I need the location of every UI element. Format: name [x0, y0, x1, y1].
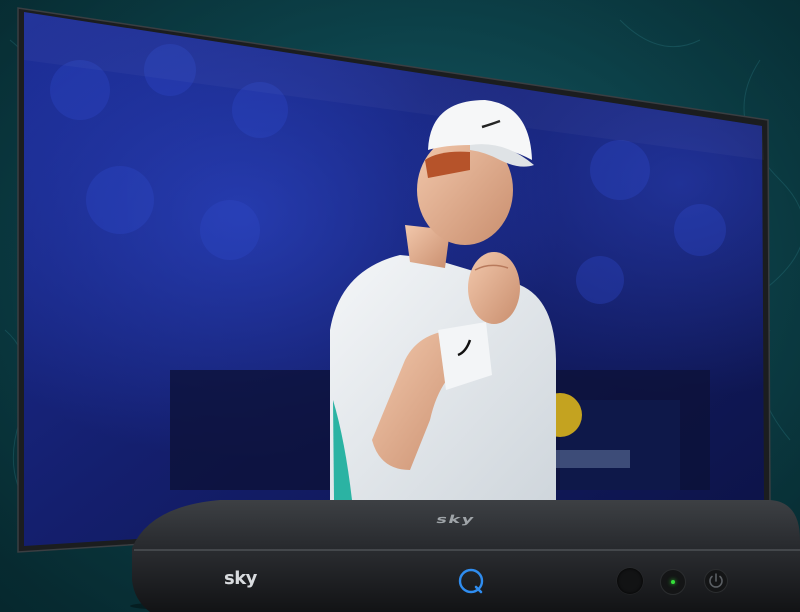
q-ring-icon[interactable]	[456, 566, 486, 596]
status-led-icon	[671, 580, 675, 584]
set-top-box	[130, 500, 800, 612]
box-top-sky-logo: sky	[434, 513, 477, 526]
standby-button[interactable]	[660, 569, 686, 595]
product-scene: sky sky	[0, 0, 800, 612]
box-front-sky-logo: sky	[224, 568, 257, 589]
ir-sensor-window	[617, 568, 643, 594]
power-icon[interactable]	[704, 569, 728, 593]
